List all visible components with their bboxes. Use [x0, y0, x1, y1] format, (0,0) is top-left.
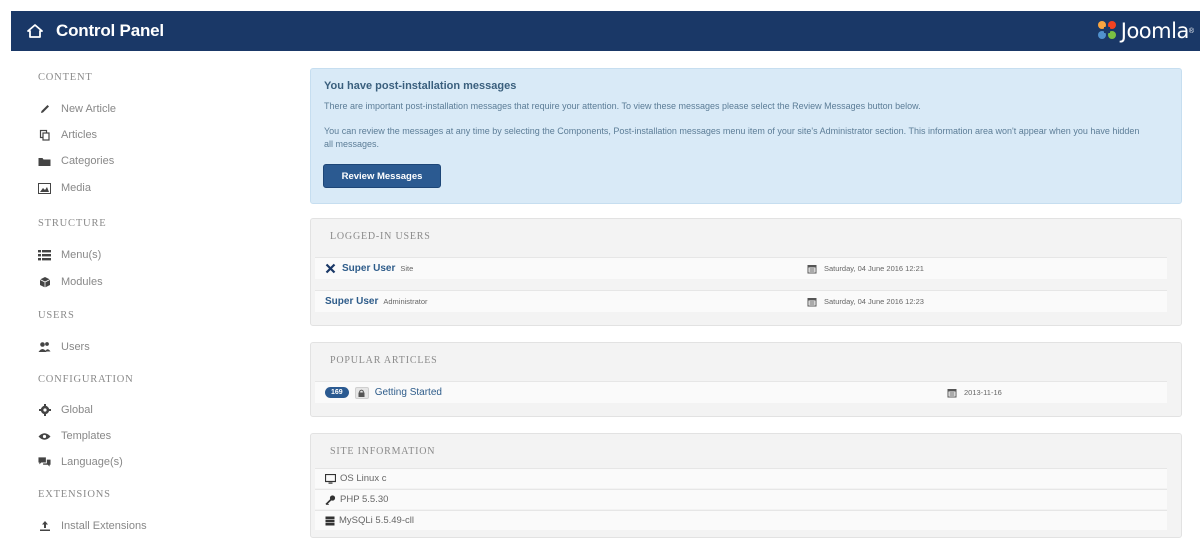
date-text: Saturday, 04 June 2016 12:23 — [824, 297, 924, 306]
sidebar-item-media[interactable]: Media — [38, 181, 91, 195]
sidebar-item-templates[interactable]: Templates — [38, 429, 111, 443]
sidebar-item-label: Templates — [61, 430, 112, 442]
date-text: 2013-11-16 — [964, 388, 1002, 397]
logged-in-users-panel: LOGGED-IN USERS Super User Site Saturday… — [310, 218, 1182, 326]
user-link[interactable]: Super User — [342, 263, 395, 274]
article-date: 2013-11-16 — [947, 388, 1002, 398]
user-date: Saturday, 04 June 2016 12:23 — [807, 297, 924, 307]
brand-registered-mark: ® — [1188, 27, 1194, 35]
lock-icon — [354, 386, 369, 399]
sidebar-item-label: Install Extensions — [61, 520, 147, 532]
table-row: Super User Site Saturday, 04 June 2016 1… — [315, 257, 1167, 279]
gear-icon — [38, 404, 51, 417]
sidebar-item-label: Media — [61, 182, 91, 194]
header-inner: Control Panel Joomla ® — [11, 11, 1200, 51]
user-client: Administrator — [383, 297, 428, 306]
sidebar-item-label: Users — [61, 341, 90, 353]
table-row: Super User Administrator Saturday, 04 Ju… — [315, 290, 1167, 312]
panel-heading: LOGGED-IN USERS — [330, 231, 431, 242]
copy-icon — [38, 129, 51, 142]
alert-message-1: There are important post-installation me… — [324, 101, 921, 111]
header-bar: Control Panel Joomla ® — [0, 0, 1200, 52]
list-item: MySQLi 5.5.49-cll — [315, 510, 1167, 530]
sidebar-item-label: Articles — [61, 129, 98, 141]
sidebar-item-label: Menu(s) — [61, 249, 102, 261]
cube-icon — [38, 276, 51, 289]
sidebar-section-users: USERS — [38, 310, 75, 321]
page-title: Control Panel — [56, 21, 164, 40]
user-date: Saturday, 04 June 2016 12:21 — [807, 264, 924, 274]
article-link[interactable]: Getting Started — [375, 387, 442, 398]
sidebar-item-label: Categories — [61, 155, 115, 167]
key-icon — [325, 494, 336, 505]
sidebar-item-categories[interactable]: Categories — [38, 154, 114, 168]
date-text: Saturday, 04 June 2016 12:21 — [824, 264, 924, 273]
php-info: PHP 5.5.30 — [340, 494, 389, 505]
site-information-panel: SITE INFORMATION OS Linux c PHP 5.5.30 M… — [310, 433, 1182, 538]
sidebar-item-install-extensions[interactable]: Install Extensions — [38, 519, 147, 533]
users-icon — [38, 341, 51, 354]
review-messages-button[interactable]: Review Messages — [323, 164, 441, 188]
database-icon — [325, 516, 335, 526]
hits-badge: 169 — [325, 387, 349, 398]
sidebar-item-label: Language(s) — [61, 456, 123, 468]
joomla-logo-icon — [1096, 19, 1118, 44]
brand-name: Joomla — [1120, 19, 1190, 43]
comments-icon — [38, 456, 51, 469]
alert-title: You have post-installation messages — [324, 80, 517, 92]
sidebar-item-articles[interactable]: Articles — [38, 128, 97, 142]
list-icon — [38, 249, 51, 262]
brand[interactable]: Joomla ® — [1096, 19, 1194, 44]
list-item: OS Linux c — [315, 468, 1167, 488]
post-install-alert: You have post-installation messages Ther… — [310, 68, 1182, 204]
home-icon[interactable] — [26, 22, 44, 40]
sidebar-item-languages[interactable]: Language(s) — [38, 455, 123, 469]
user-client: Site — [400, 264, 414, 273]
table-row: 169 Getting Started 2013-11-16 — [315, 381, 1167, 403]
image-icon — [38, 182, 51, 195]
sidebar-section-content: CONTENT — [38, 72, 93, 83]
eye-icon — [38, 430, 51, 443]
upload-icon — [38, 520, 51, 533]
panel-heading: POPULAR ARTICLES — [330, 355, 438, 366]
list-item: PHP 5.5.30 — [315, 489, 1167, 509]
database-info: MySQLi 5.5.49-cll — [339, 515, 414, 526]
sidebar-section-configuration: CONFIGURATION — [38, 374, 134, 385]
folder-icon — [38, 155, 51, 168]
sidebar-section-extensions: EXTENSIONS — [38, 489, 111, 500]
calendar-icon — [947, 388, 957, 398]
calendar-icon — [807, 264, 817, 274]
sidebar-item-label: Modules — [61, 276, 103, 288]
calendar-icon — [807, 297, 817, 307]
sidebar-item-new-article[interactable]: New Article — [38, 102, 116, 116]
panel-heading: SITE INFORMATION — [330, 446, 436, 457]
sidebar-item-users[interactable]: Users — [38, 340, 90, 354]
sidebar-item-modules[interactable]: Modules — [38, 275, 103, 289]
monitor-icon — [325, 473, 336, 484]
sidebar-item-global[interactable]: Global — [38, 403, 93, 417]
user-link[interactable]: Super User — [325, 296, 378, 307]
alert-message-2: You can review the messages at any time … — [324, 126, 1140, 149]
sidebar-item-menus[interactable]: Menu(s) — [38, 248, 101, 262]
sidebar-section-structure: STRUCTURE — [38, 218, 107, 229]
close-icon[interactable] — [325, 263, 336, 274]
popular-articles-panel: POPULAR ARTICLES 169 Getting Started 201… — [310, 342, 1182, 417]
pencil-icon — [38, 103, 51, 116]
os-info: OS Linux c — [340, 473, 387, 484]
sidebar-item-label: Global — [61, 404, 93, 416]
sidebar-item-label: New Article — [61, 103, 117, 115]
